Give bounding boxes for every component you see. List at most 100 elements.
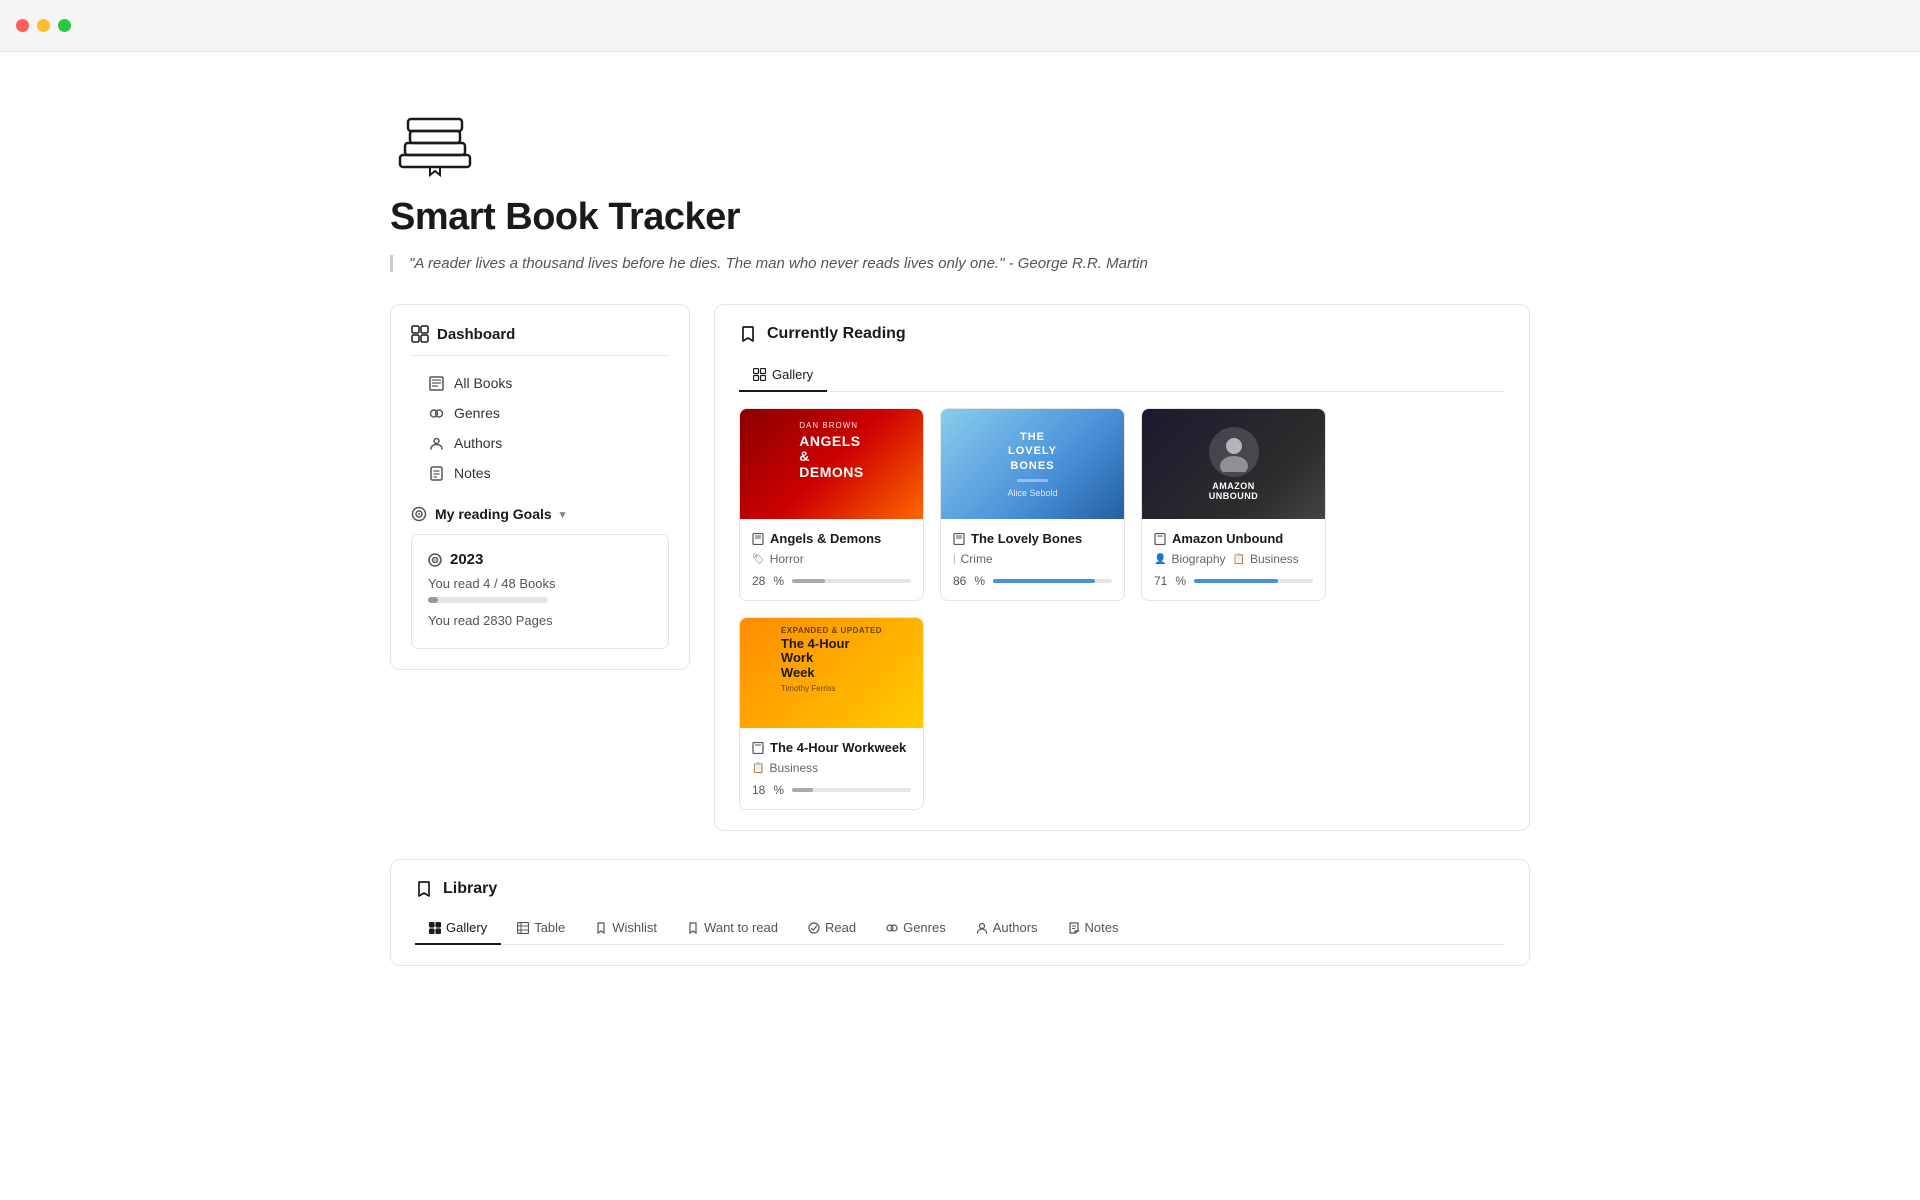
book-card-four-hour-workweek[interactable]: Expanded & Updated The 4-HourWorkWeek Ti…: [739, 617, 924, 810]
lib-read-icon: [808, 922, 820, 934]
lib-authors-label: Authors: [993, 920, 1038, 935]
currently-reading-title: Currently Reading: [767, 325, 906, 343]
progress-bar-bg: [792, 579, 911, 583]
book-cover-lovely-bones: THELOVELYBONES Alice Sebold: [941, 409, 1124, 519]
sidebar-item-genres[interactable]: Genres: [423, 398, 669, 428]
lib-genres-label: Genres: [903, 920, 946, 935]
gallery-tab-icon: [753, 368, 766, 381]
goals-progress-bar-bg: [428, 597, 548, 603]
book-progress-lovely-bones: 86%: [953, 574, 1112, 588]
lib-wishlist-label: Wishlist: [612, 920, 657, 935]
quote-text: "A reader lives a thousand lives before …: [409, 255, 1148, 272]
year-icon: [428, 553, 442, 567]
book-info-lovely-bones: The Lovely Bones | Crime 86%: [941, 519, 1124, 600]
book-info-amazon-unbound: Amazon Unbound 👤 Biography 📋 Business 71…: [1142, 519, 1325, 600]
lib-tab-genres[interactable]: Genres: [872, 912, 960, 945]
sidebar-item-all-books[interactable]: All Books: [423, 368, 669, 398]
library-header: Library: [415, 880, 1505, 898]
main-page: Smart Book Tracker "A reader lives a tho…: [310, 52, 1610, 1046]
sidebar-nav: All Books Genres Authors: [411, 368, 669, 488]
progress-bar-fill-3: [1194, 579, 1278, 583]
lib-notes-label: Notes: [1085, 920, 1119, 935]
library-section: Library Gallery Table: [390, 859, 1530, 966]
close-button[interactable]: [16, 19, 29, 32]
gallery-tab-label: Gallery: [772, 367, 813, 382]
goals-year: 2023: [428, 551, 652, 568]
lib-tab-notes[interactable]: Notes: [1054, 912, 1133, 945]
authors-label: Authors: [454, 435, 502, 451]
currently-reading-icon: [739, 325, 757, 343]
goals-header[interactable]: My reading Goals ▾: [411, 506, 669, 522]
book-card-amazon-unbound[interactable]: AMAZONUNBOUND Amazon Unbound 👤: [1141, 408, 1326, 601]
goals-title: My reading Goals: [435, 506, 552, 522]
lib-tab-table[interactable]: Table: [503, 912, 579, 945]
book-progress-amazon-unbound: 71%: [1154, 574, 1313, 588]
progress-bar-bg-2: [993, 579, 1112, 583]
book-title-lovely-bones: The Lovely Bones: [953, 531, 1112, 546]
library-tab-bar: Gallery Table Wishlist: [415, 912, 1505, 945]
book-icon: [752, 533, 764, 545]
authors-icon: [429, 436, 444, 451]
lib-table-label: Table: [534, 920, 565, 935]
genre-label-4: Business: [769, 761, 818, 775]
lib-notes-icon: [1068, 922, 1080, 934]
notes-icon: [429, 466, 444, 481]
goals-card: 2023 You read 4 / 48 Books You read 2830…: [411, 534, 669, 649]
genre-label: Horror: [770, 552, 804, 566]
dashboard-icon: [411, 325, 429, 343]
book-genre-four-hour-workweek: 📋 Business: [752, 761, 911, 775]
lib-authors-icon: [976, 922, 988, 934]
lib-tab-authors[interactable]: Authors: [962, 912, 1052, 945]
book-gallery: Dan Brown ANGELS&DEMONS Angels & Demons: [739, 408, 1505, 810]
year-label: 2023: [450, 551, 483, 568]
book-icon-3: [1154, 533, 1166, 545]
gallery-tab[interactable]: Gallery: [739, 359, 827, 392]
book-icon-2: [953, 533, 965, 545]
library-bookmark-icon: [415, 880, 433, 898]
genres-icon: [429, 406, 444, 421]
sidebar-item-authors[interactable]: Authors: [423, 428, 669, 458]
lib-gallery-icon: [429, 922, 441, 934]
quote-block: "A reader lives a thousand lives before …: [390, 255, 1530, 272]
genre-label-2: Crime: [961, 552, 993, 566]
lib-gallery-label: Gallery: [446, 920, 487, 935]
book-cover-four-hour-workweek: Expanded & Updated The 4-HourWorkWeek Ti…: [740, 618, 923, 728]
book-card-lovely-bones[interactable]: THELOVELYBONES Alice Sebold: [940, 408, 1125, 601]
lib-want-to-read-icon: [687, 922, 699, 934]
lib-tab-gallery[interactable]: Gallery: [415, 912, 501, 945]
lib-genres-icon: [886, 922, 898, 934]
all-books-icon: [429, 376, 444, 391]
goals-books-stat: You read 4 / 48 Books: [428, 576, 652, 591]
book-progress-angels-demons: 28%: [752, 574, 911, 588]
titlebar: [0, 0, 1920, 52]
app-logo-icon: [390, 100, 480, 180]
lib-tab-want-to-read[interactable]: Want to read: [673, 912, 792, 945]
book-cover-amazon-unbound: AMAZONUNBOUND: [1142, 409, 1325, 519]
book-title-four-hour-workweek: The 4-Hour Workweek: [752, 740, 911, 755]
book-title-amazon-unbound: Amazon Unbound: [1154, 531, 1313, 546]
book-genre-lovely-bones: | Crime: [953, 552, 1112, 566]
minimize-button[interactable]: [37, 19, 50, 32]
maximize-button[interactable]: [58, 19, 71, 32]
goals-chevron-icon: ▾: [560, 508, 566, 521]
goals-progress-bar-fill: [428, 597, 438, 603]
book-cover-angels-demons: Dan Brown ANGELS&DEMONS: [740, 409, 923, 519]
progress-bar-fill-2: [993, 579, 1095, 583]
lib-wishlist-icon: [595, 922, 607, 934]
dashboard-label: Dashboard: [437, 326, 515, 343]
goals-pages-stat: You read 2830 Pages: [428, 613, 652, 628]
page-title: Smart Book Tracker: [390, 196, 1530, 239]
genres-label: Genres: [454, 405, 500, 421]
book-card-angels-demons[interactable]: Dan Brown ANGELS&DEMONS Angels & Demons: [739, 408, 924, 601]
sidebar-item-notes[interactable]: Notes: [423, 458, 669, 488]
library-title: Library: [443, 880, 497, 898]
lib-tab-read[interactable]: Read: [794, 912, 870, 945]
goals-icon: [411, 506, 427, 522]
all-books-label: All Books: [454, 375, 512, 391]
notes-label: Notes: [454, 465, 491, 481]
lib-tab-wishlist[interactable]: Wishlist: [581, 912, 671, 945]
genre1-label: Biography: [1171, 552, 1225, 566]
progress-bar-bg-3: [1194, 579, 1313, 583]
progress-bar-fill: [792, 579, 825, 583]
lib-want-to-read-label: Want to read: [704, 920, 778, 935]
